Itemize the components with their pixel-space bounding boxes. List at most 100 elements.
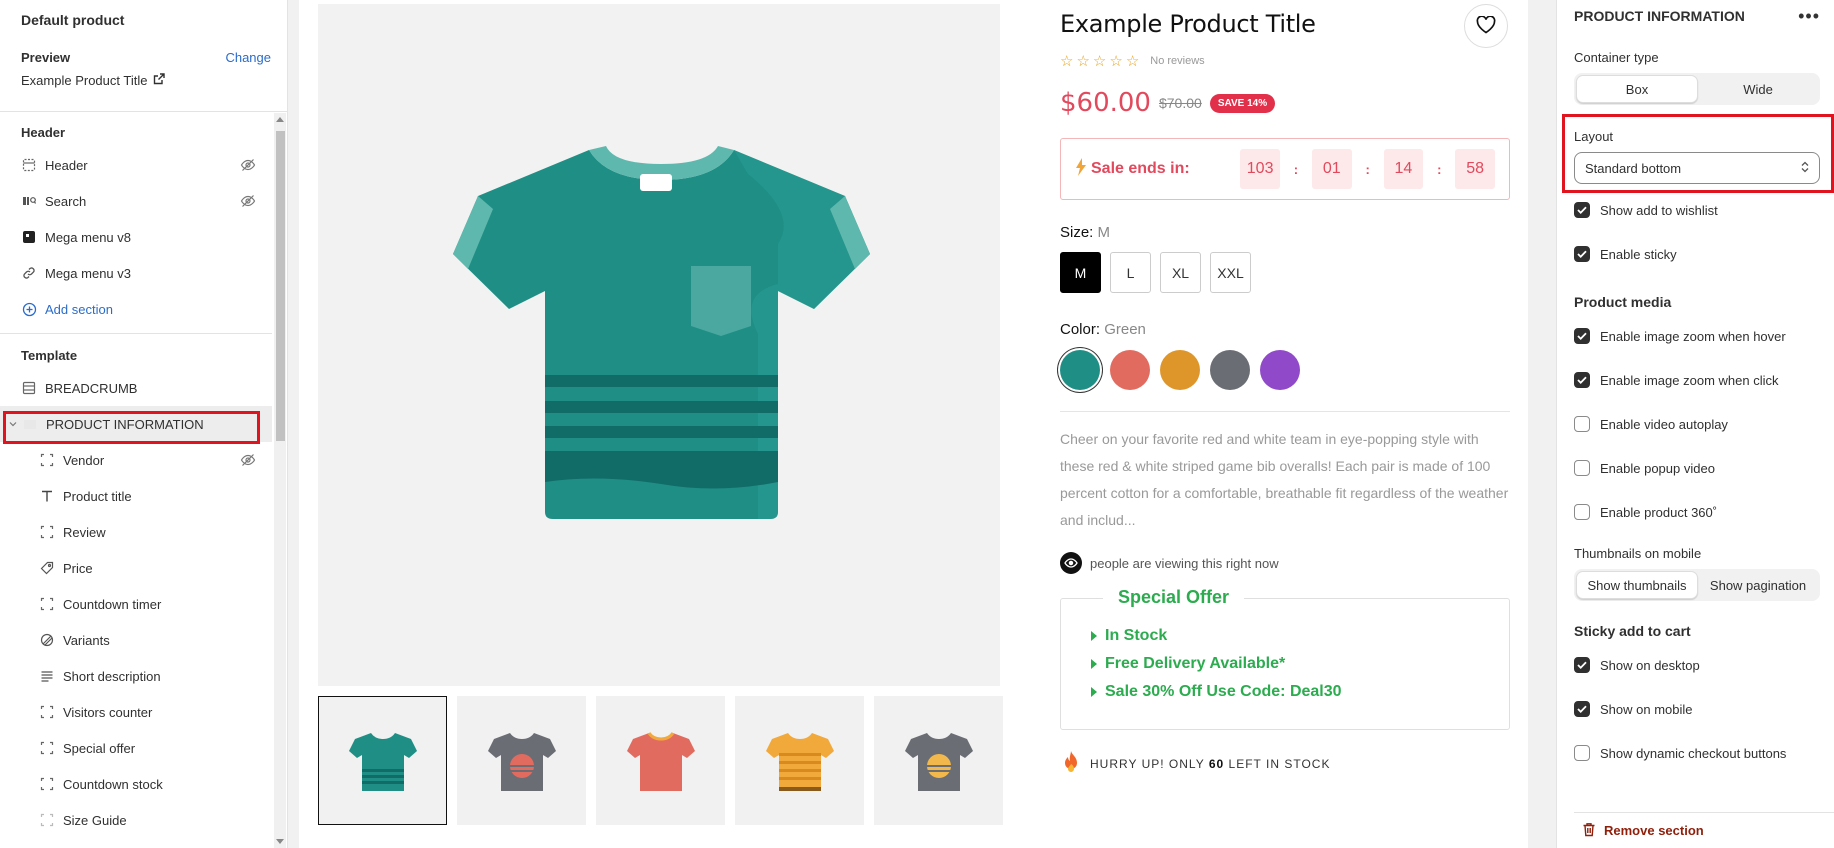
checkbox[interactable] [1574, 657, 1590, 673]
preview-value[interactable]: Example Product Title [21, 73, 271, 88]
countdown-minutes: 14 [1383, 149, 1424, 189]
block-icon [39, 740, 55, 756]
divider [1060, 411, 1510, 412]
checkbox-label: Show on desktop [1600, 657, 1700, 673]
block-product-title[interactable]: Product title [0, 478, 272, 514]
block-label: Short description [63, 668, 161, 684]
product-info: Example Product Title ☆ ☆ ☆ ☆ ☆ No revie… [1060, 0, 1510, 777]
section-search[interactable]: Search [0, 183, 272, 219]
checkbox[interactable] [1574, 202, 1590, 218]
change-preview-button[interactable]: Change [225, 50, 271, 65]
eye-hidden-icon[interactable] [240, 193, 256, 209]
show-thumbnails-option[interactable]: Show thumbnails [1576, 571, 1698, 599]
price-tag-icon [39, 560, 55, 576]
block-short-description[interactable]: Short description [0, 658, 272, 694]
save-badge: SAVE 14% [1209, 93, 1276, 113]
checkbox[interactable] [1574, 416, 1590, 432]
size-option[interactable]: XL [1160, 252, 1201, 293]
size-option[interactable]: XXL [1210, 252, 1251, 293]
more-options-icon[interactable]: ••• [1798, 6, 1820, 27]
preview-label: Preview [21, 50, 71, 65]
section-breadcrumb[interactable]: BREADCRUMB [0, 370, 272, 406]
chevron-down-icon[interactable] [8, 416, 18, 432]
size-value: M [1097, 224, 1111, 241]
offer-line: In Stock [1091, 627, 1509, 645]
sidebar-scrollbar[interactable] [274, 113, 286, 848]
fire-icon [1060, 750, 1082, 777]
section-mega-menu-v8[interactable]: Mega menu v8 [0, 219, 272, 255]
checkbox-label: Enable image zoom when hover [1600, 328, 1786, 344]
thumbnail-yellow-stripes[interactable] [735, 696, 864, 825]
container-wide-option[interactable]: Wide [1698, 75, 1818, 103]
template-group-title: Template [21, 347, 78, 363]
preview-frame: Example Product Title ☆ ☆ ☆ ☆ ☆ No revie… [299, 0, 1528, 848]
block-visitors-counter[interactable]: Visitors counter [0, 694, 272, 730]
section-label: Search [45, 193, 87, 209]
color-swatch-gray[interactable] [1210, 350, 1250, 390]
checkbox[interactable] [1574, 504, 1590, 520]
star-icon: ☆ [1092, 53, 1107, 70]
tshirt-thumb-image [904, 732, 973, 791]
thumbnail-gray-yellow-sun[interactable] [874, 696, 1003, 825]
visitors-text: people are viewing this right now [1090, 555, 1279, 571]
section-label: PRODUCT INFORMATION [46, 416, 204, 432]
checkbox[interactable] [1574, 460, 1590, 476]
section-header[interactable]: Header [0, 147, 272, 183]
block-review[interactable]: Review [0, 514, 272, 550]
layout-select[interactable]: Standard bottom [1574, 152, 1820, 184]
main-product-image[interactable] [318, 4, 1000, 686]
checkbox-dynamic-checkout[interactable]: Show dynamic checkout buttons [1574, 731, 1820, 775]
rating[interactable]: ☆ ☆ ☆ ☆ ☆ No reviews [1060, 52, 1510, 70]
size-option[interactable]: L [1110, 252, 1151, 293]
checkbox-zoom-click[interactable]: Enable image zoom when click [1574, 358, 1820, 402]
add-section-button[interactable]: Add section [0, 291, 272, 327]
section-product-information[interactable]: PRODUCT INFORMATION [0, 406, 272, 442]
thumbnail-green[interactable] [318, 696, 447, 825]
checkbox-show-mobile[interactable]: Show on mobile [1574, 687, 1820, 731]
checkbox-enable-sticky[interactable]: Enable sticky [1574, 232, 1820, 276]
block-special-offer[interactable]: Special offer [0, 730, 272, 766]
block-countdown-timer[interactable]: Countdown timer [0, 586, 272, 622]
settings-panel: PRODUCT INFORMATION ••• Container type B… [1556, 0, 1834, 848]
block-countdown-stock[interactable]: Countdown stock [0, 766, 272, 802]
checkbox-show-wishlist[interactable]: Show add to wishlist [1574, 188, 1820, 232]
color-swatch-orange[interactable] [1160, 350, 1200, 390]
checkbox[interactable] [1574, 372, 1590, 388]
color-swatch-coral[interactable] [1110, 350, 1150, 390]
checkbox-product-360[interactable]: Enable product 360˚ [1574, 490, 1820, 534]
settings-title: PRODUCT INFORMATION [1574, 8, 1745, 24]
size-options: M L XL XXL [1060, 252, 1510, 293]
block-price[interactable]: Price [0, 550, 272, 586]
remove-section-button[interactable]: Remove section [1574, 812, 1834, 848]
checkbox[interactable] [1574, 246, 1590, 262]
checkbox-show-desktop[interactable]: Show on desktop [1574, 643, 1820, 687]
checkbox-label: Enable product 360˚ [1600, 504, 1718, 520]
thumbnail-coral[interactable] [596, 696, 725, 825]
checkbox[interactable] [1574, 328, 1590, 344]
triangle-bullet-icon [1091, 687, 1097, 697]
block-variants[interactable]: Variants [0, 622, 272, 658]
block-vendor[interactable]: Vendor [0, 442, 272, 478]
checkbox[interactable] [1574, 745, 1590, 761]
container-box-option[interactable]: Box [1576, 75, 1698, 103]
checkbox[interactable] [1574, 701, 1590, 717]
block-size-guide[interactable]: Size Guide [0, 802, 272, 838]
block-label: Variants [63, 632, 110, 648]
block-label: Vendor [63, 452, 105, 468]
eye-hidden-icon[interactable] [240, 452, 256, 468]
offer-line: Sale 30% Off Use Code: Deal30 [1091, 683, 1509, 701]
color-swatch-green[interactable] [1060, 350, 1100, 390]
show-pagination-option[interactable]: Show pagination [1698, 571, 1818, 599]
thumbnail-gray-sun[interactable] [457, 696, 586, 825]
color-swatch-purple[interactable] [1260, 350, 1300, 390]
tshirt-thumb-image [348, 732, 417, 791]
checkbox-popup-video[interactable]: Enable popup video [1574, 446, 1820, 490]
checkbox-zoom-hover[interactable]: Enable image zoom when hover [1574, 314, 1820, 358]
checkbox-video-autoplay[interactable]: Enable video autoplay [1574, 402, 1820, 446]
size-option[interactable]: M [1060, 252, 1101, 293]
block-label: Countdown timer [63, 596, 162, 612]
star-icon: ☆ [1125, 53, 1140, 70]
eye-hidden-icon[interactable] [240, 157, 256, 173]
section-mega-menu-v3[interactable]: Mega menu v3 [0, 255, 272, 291]
offer-title: Special Offer [1103, 587, 1245, 608]
